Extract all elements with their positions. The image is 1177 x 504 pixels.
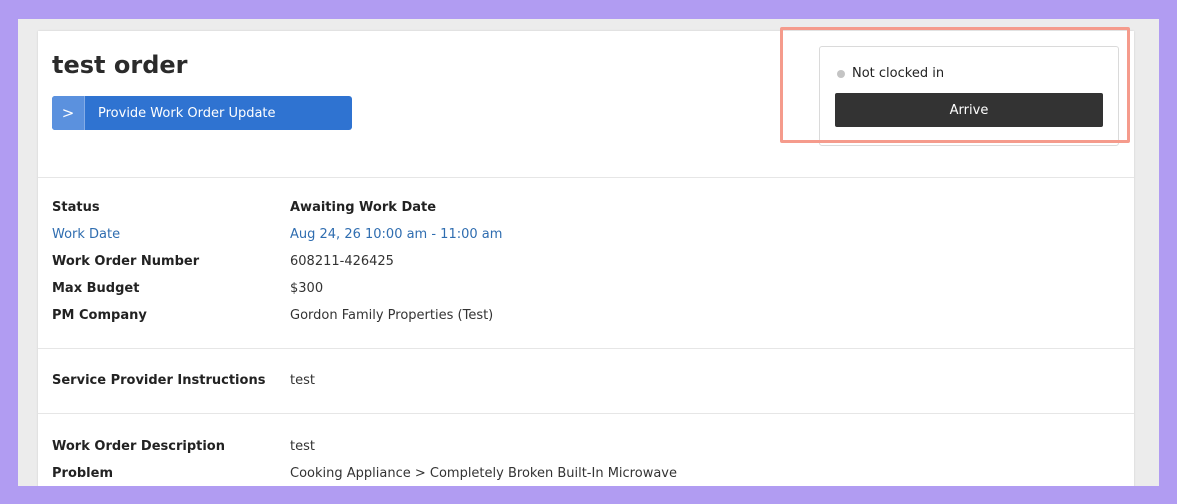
provide-update-button[interactable]: > Provide Work Order Update — [52, 96, 352, 130]
work-date-value[interactable]: Aug 24, 26 10:00 am - 11:00 am — [290, 227, 502, 242]
arrive-button[interactable]: Arrive — [835, 93, 1103, 127]
detail-row-work-order-number: Work Order Number 608211-426425 — [52, 252, 394, 270]
instructions-value: test — [290, 372, 315, 388]
app-screen: test order > Provide Work Order Update N… — [18, 19, 1159, 486]
problem-label: Problem — [52, 465, 113, 481]
work-order-number-value: 608211-426425 — [290, 253, 394, 269]
page-title: test order — [52, 51, 188, 79]
status-label: Status — [52, 199, 100, 215]
status-dot-icon — [837, 69, 845, 78]
provide-update-label: Provide Work Order Update — [98, 105, 276, 121]
max-budget-value: $300 — [290, 280, 324, 296]
section-divider — [38, 177, 1134, 178]
detail-row-status: Status Awaiting Work Date — [52, 198, 436, 216]
clock-status: Not clocked in — [837, 66, 944, 81]
work-order-description-value: test — [290, 438, 315, 454]
detail-row-work-date[interactable]: Work Date Aug 24, 26 10:00 am - 11:00 am — [52, 225, 502, 243]
chevron-right-icon: > — [52, 96, 85, 130]
work-order-description-label: Work Order Description — [52, 438, 225, 454]
clock-status-text: Not clocked in — [852, 66, 945, 81]
work-date-label[interactable]: Work Date — [52, 227, 290, 242]
pm-company-value: Gordon Family Properties (Test) — [290, 307, 494, 323]
section-divider — [38, 348, 1134, 349]
work-order-card: test order > Provide Work Order Update N… — [38, 31, 1134, 486]
instructions-label: Service Provider Instructions — [52, 372, 266, 388]
clock-in-panel: Not clocked in Arrive — [819, 46, 1119, 146]
detail-row-description: Work Order Description test — [52, 437, 315, 455]
status-value: Awaiting Work Date — [290, 199, 437, 215]
detail-row-max-budget: Max Budget $300 — [52, 279, 323, 297]
work-order-number-label: Work Order Number — [52, 253, 200, 269]
max-budget-label: Max Budget — [52, 280, 140, 296]
pm-company-label: PM Company — [52, 307, 147, 323]
problem-value: Cooking Appliance > Completely Broken Bu… — [290, 465, 677, 481]
detail-row-pm-company: PM Company Gordon Family Properties (Tes… — [52, 306, 493, 324]
detail-row-problem: Problem Cooking Appliance > Completely B… — [52, 464, 677, 482]
detail-row-instructions: Service Provider Instructions test — [52, 371, 315, 389]
section-divider — [38, 413, 1134, 414]
